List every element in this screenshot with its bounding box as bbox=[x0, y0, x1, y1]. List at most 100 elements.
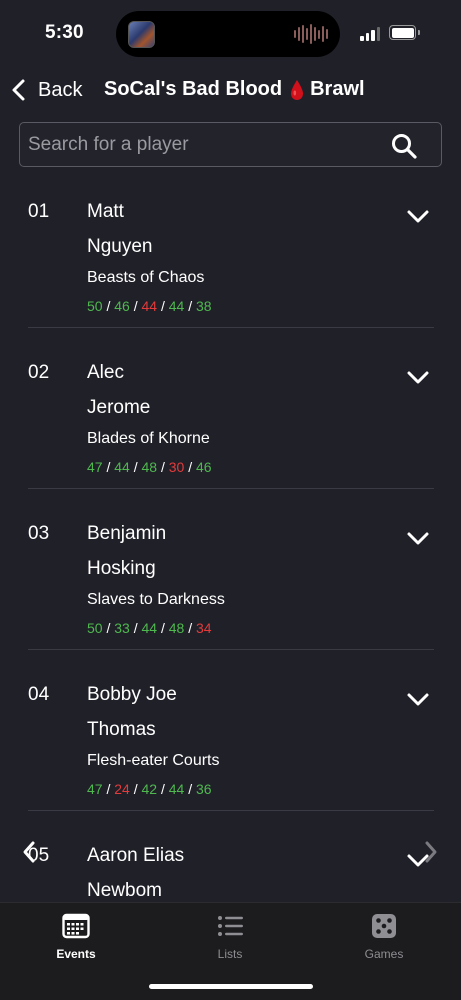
row-divider bbox=[28, 488, 434, 489]
game-score: 48 bbox=[141, 459, 158, 475]
tab-events[interactable]: Events bbox=[26, 911, 126, 963]
player-rank: 04 bbox=[28, 684, 50, 705]
now-playing-thumbnail bbox=[128, 21, 155, 48]
player-scores: 47 / 44 / 48 / 30 / 46 bbox=[87, 459, 212, 475]
tab-lists-label: Lists bbox=[217, 947, 243, 961]
chevron-left-icon bbox=[12, 79, 25, 101]
search-input[interactable] bbox=[28, 123, 388, 166]
battery-tip bbox=[418, 30, 420, 35]
dynamic-island[interactable] bbox=[116, 11, 340, 57]
chevron-down-icon[interactable] bbox=[404, 207, 432, 227]
game-score: 44 bbox=[141, 620, 158, 636]
game-score: 44 bbox=[141, 298, 158, 314]
score-separator: / bbox=[129, 781, 142, 797]
chevron-down-icon[interactable] bbox=[404, 690, 432, 710]
player-faction: Slaves to Darkness bbox=[87, 591, 225, 608]
game-score: 50 bbox=[87, 620, 103, 636]
game-score: 24 bbox=[114, 781, 130, 797]
player-first-name: Aaron Elias bbox=[87, 845, 185, 866]
game-score: 44 bbox=[114, 459, 130, 475]
battery-icon bbox=[389, 25, 416, 40]
score-separator: / bbox=[157, 298, 169, 314]
game-score: 33 bbox=[114, 620, 130, 636]
score-separator: / bbox=[102, 298, 115, 314]
back-button[interactable]: Back bbox=[8, 76, 82, 104]
tab-lists[interactable]: Lists bbox=[180, 911, 280, 963]
player-scores: 47 / 24 / 42 / 44 / 36 bbox=[87, 781, 212, 797]
player-rank: 03 bbox=[28, 523, 50, 544]
player-row[interactable]: 02 Alec Jerome Blades of Khorne 47 / 44 / 48… bbox=[0, 342, 461, 503]
row-divider bbox=[28, 649, 434, 650]
calendar-icon bbox=[62, 913, 90, 939]
nav-bar: Back SoCal's Bad Blood Brawl bbox=[0, 68, 461, 112]
player-faction: Blades of Khorne bbox=[87, 430, 210, 447]
player-last-name: Nguyen bbox=[87, 236, 153, 257]
player-rank: 01 bbox=[28, 201, 50, 222]
page-title: SoCal's Bad Blood Brawl bbox=[104, 78, 365, 101]
player-list: 01 Matt Nguyen Beasts of Chaos 50 / 46 / 44 … bbox=[0, 181, 461, 902]
player-faction: Flesh-eater Courts bbox=[87, 752, 220, 769]
chevron-left-icon[interactable] bbox=[18, 838, 42, 866]
game-score: 36 bbox=[196, 781, 212, 797]
player-last-name: Jerome bbox=[87, 397, 151, 418]
list-icon bbox=[218, 916, 243, 936]
score-separator: / bbox=[102, 620, 115, 636]
player-row[interactable]: 04 Bobby Joe Thomas Flesh-eater Courts 47 / … bbox=[0, 664, 461, 825]
back-label: Back bbox=[38, 78, 83, 101]
game-score: 46 bbox=[196, 459, 212, 475]
signal-icon bbox=[360, 27, 380, 41]
dice-icon bbox=[372, 914, 396, 938]
player-row[interactable]: 05 Aaron Elias Newbom bbox=[0, 825, 461, 902]
search-icon[interactable] bbox=[391, 133, 417, 159]
player-last-name: Thomas bbox=[87, 719, 156, 740]
game-score: 44 bbox=[168, 298, 185, 314]
page-title-suffix: Brawl bbox=[310, 78, 365, 100]
page-title-text: SoCal's Bad Blood bbox=[104, 78, 283, 100]
score-separator: / bbox=[157, 620, 169, 636]
tab-games-label: Games bbox=[364, 947, 404, 961]
status-bar: 5:30 bbox=[0, 0, 461, 62]
score-separator: / bbox=[102, 781, 115, 797]
player-row[interactable]: 01 Matt Nguyen Beasts of Chaos 50 / 46 / 44 … bbox=[0, 181, 461, 342]
status-time: 5:30 bbox=[45, 22, 84, 43]
game-score: 30 bbox=[168, 459, 185, 475]
score-separator: / bbox=[129, 298, 142, 314]
tab-games[interactable]: Games bbox=[334, 911, 434, 963]
chevron-down-icon[interactable] bbox=[404, 529, 432, 549]
player-scores: 50 / 33 / 44 / 48 / 34 bbox=[87, 620, 212, 636]
chevron-right-icon[interactable] bbox=[418, 838, 442, 866]
score-separator: / bbox=[184, 781, 196, 797]
score-separator: / bbox=[129, 459, 142, 475]
player-row[interactable]: 03 Benjamin Hosking Slaves to Darkness 50 / … bbox=[0, 503, 461, 664]
score-separator: / bbox=[129, 620, 142, 636]
score-separator: / bbox=[157, 781, 169, 797]
game-score: 38 bbox=[196, 298, 212, 314]
player-first-name: Matt bbox=[87, 201, 124, 222]
audio-wave-icon bbox=[294, 24, 328, 44]
game-score: 47 bbox=[87, 459, 103, 475]
row-divider bbox=[28, 810, 434, 811]
score-separator: / bbox=[184, 298, 196, 314]
game-score: 48 bbox=[168, 620, 185, 636]
game-score: 44 bbox=[168, 781, 185, 797]
game-score: 50 bbox=[87, 298, 103, 314]
tab-events-label: Events bbox=[56, 947, 96, 961]
game-score: 42 bbox=[141, 781, 158, 797]
game-score: 46 bbox=[114, 298, 130, 314]
player-first-name: Alec bbox=[87, 362, 124, 383]
player-rank: 02 bbox=[28, 362, 50, 383]
game-score: 34 bbox=[196, 620, 212, 636]
search-box bbox=[19, 122, 442, 167]
chevron-down-icon[interactable] bbox=[404, 368, 432, 388]
player-first-name: Benjamin bbox=[87, 523, 167, 544]
player-last-name: Hosking bbox=[87, 558, 156, 579]
blood-drop-icon bbox=[291, 79, 304, 100]
player-scores: 50 / 46 / 44 / 44 / 38 bbox=[87, 298, 212, 314]
score-separator: / bbox=[184, 620, 196, 636]
player-faction: Beasts of Chaos bbox=[87, 269, 205, 286]
row-divider bbox=[28, 327, 434, 328]
game-score: 47 bbox=[87, 781, 103, 797]
player-first-name: Bobby Joe bbox=[87, 684, 177, 705]
score-separator: / bbox=[184, 459, 196, 475]
score-separator: / bbox=[157, 459, 169, 475]
